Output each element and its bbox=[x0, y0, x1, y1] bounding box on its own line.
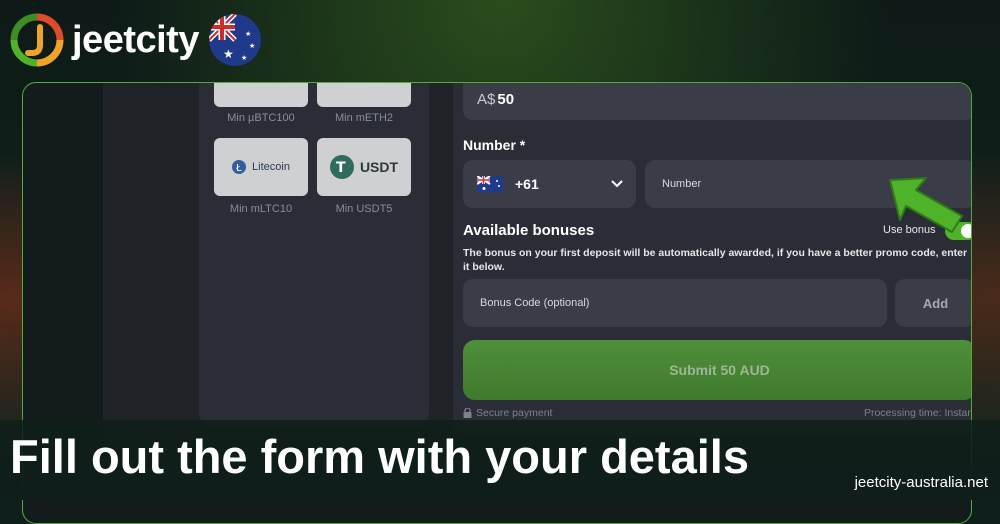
svg-text:Ł: Ł bbox=[235, 163, 242, 174]
crypto-min-eth: Min mETH2 bbox=[334, 112, 394, 124]
country-code: +61 bbox=[515, 176, 539, 192]
svg-text:T: T bbox=[336, 160, 346, 176]
crypto-option-eth[interactable] bbox=[317, 83, 411, 107]
crypto-min-litecoin: Min mLTC10 bbox=[229, 203, 293, 215]
crypto-panel: Min µBTC100 Min mETH2 Ł Litecoin Min mLT… bbox=[199, 83, 429, 427]
brand-name: jeetcity bbox=[72, 18, 199, 61]
deposit-form: A$ 50 Number * +61 Number Available bonu… bbox=[453, 83, 972, 437]
crypto-min-usdt: Min USDT5 bbox=[335, 203, 393, 215]
country-code-select[interactable]: +61 bbox=[463, 160, 636, 208]
australia-flag-icon: ★ ★ ★ ★ bbox=[208, 14, 261, 66]
svg-text:★: ★ bbox=[241, 54, 247, 62]
crypto-name: Litecoin bbox=[252, 161, 290, 173]
processing-time: Processing time: Instant bbox=[863, 407, 972, 419]
caption-title: Fill out the form with your details bbox=[10, 430, 749, 483]
add-promo-button[interactable]: Add bbox=[895, 279, 971, 327]
svg-text:★: ★ bbox=[249, 42, 255, 50]
number-label: Number * bbox=[463, 137, 526, 153]
amount-field[interactable]: A$ 50 bbox=[463, 83, 971, 120]
lock-icon bbox=[463, 408, 472, 418]
chevron-down-icon bbox=[611, 180, 623, 188]
tether-icon: T bbox=[329, 155, 354, 179]
secure-payment-label: Secure payment bbox=[476, 407, 553, 419]
crypto-name: USDT bbox=[359, 159, 399, 175]
crypto-option-btc[interactable] bbox=[214, 83, 308, 107]
currency-symbol: A$ bbox=[477, 91, 496, 108]
crypto-option-litecoin[interactable]: Ł Litecoin bbox=[214, 138, 308, 196]
bonus-description: The bonus on your first deposit will be … bbox=[463, 247, 968, 273]
app-screen: Min µBTC100 Min mETH2 Ł Litecoin Min mLT… bbox=[103, 83, 971, 441]
svg-text:★: ★ bbox=[223, 47, 234, 61]
submit-button[interactable]: Submit 50 AUD bbox=[463, 340, 971, 400]
promo-code-input[interactable] bbox=[463, 279, 887, 327]
arrow-pointer-icon bbox=[889, 177, 963, 233]
bonuses-title: Available bonuses bbox=[463, 222, 595, 239]
australia-flag-icon bbox=[477, 176, 503, 192]
jeetcity-logo-icon bbox=[10, 13, 64, 67]
crypto-min-btc: Min µBTC100 bbox=[227, 112, 295, 124]
litecoin-icon: Ł bbox=[232, 160, 247, 174]
secure-payment-note: Secure payment bbox=[463, 407, 552, 419]
svg-text:★: ★ bbox=[245, 30, 251, 38]
crypto-option-usdt[interactable]: T USDT bbox=[317, 138, 411, 196]
brand-logo[interactable]: jeetcity ★ ★ ★ ★ bbox=[10, 13, 261, 67]
amount-value: 50 bbox=[497, 91, 515, 108]
site-url[interactable]: jeetcity-australia.net bbox=[855, 474, 988, 491]
